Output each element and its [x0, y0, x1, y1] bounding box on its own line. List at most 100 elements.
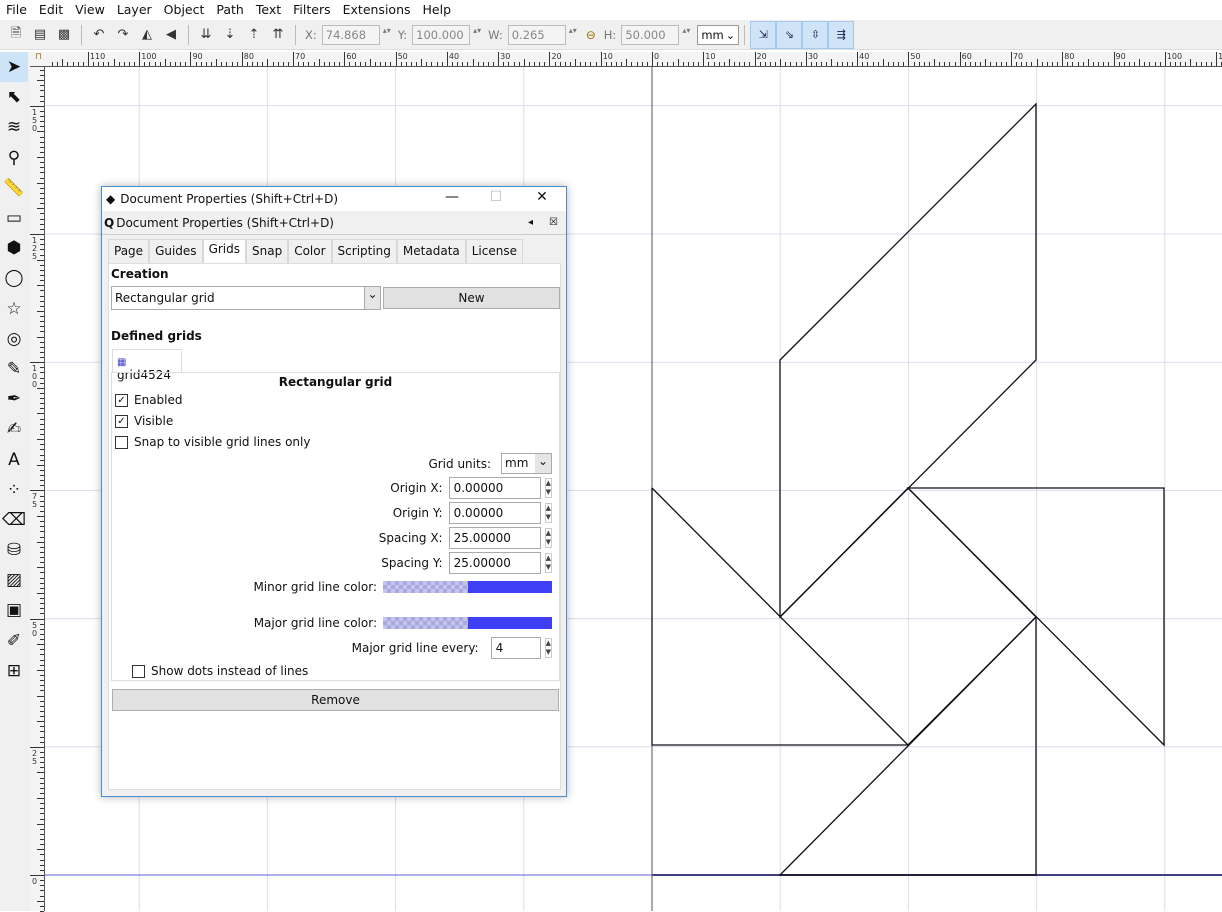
ellipse-tool-icon[interactable]: ◯	[0, 263, 28, 293]
scale-stroke-toggle[interactable]: ⇲	[750, 20, 777, 49]
menu-filters[interactable]: Filters	[287, 2, 336, 17]
menu-file[interactable]: File	[0, 2, 33, 17]
y-field[interactable]: Y: 100.000	[398, 24, 481, 45]
spray-tool-icon[interactable]: ⁘	[0, 475, 28, 505]
x-field[interactable]: X: 74.868	[305, 24, 391, 45]
x-input[interactable]: 74.868	[321, 24, 391, 45]
chevron-down-icon: ⌄	[535, 454, 551, 473]
select-all-icon[interactable]: ▤	[28, 24, 52, 46]
lower-bottom-icon[interactable]: ⇊	[194, 24, 218, 46]
new-doc-icon[interactable]: 🗎	[4, 24, 28, 46]
maximize-button[interactable]: ☐	[474, 189, 518, 205]
major-every-input[interactable]: 4	[490, 637, 541, 659]
iconify-icon[interactable]: ◂	[528, 217, 533, 228]
gradient-tool-icon[interactable]: ▨	[0, 565, 28, 595]
units-select[interactable]: mm ⌄	[697, 24, 740, 45]
vertical-ruler[interactable]: 150 125 100 75 50 25 0	[30, 67, 45, 912]
grid-type-select[interactable]: Rectangular grid ⌄	[111, 286, 381, 310]
dropper-tool-icon[interactable]: ✐	[0, 626, 28, 656]
origin-x-input[interactable]: 0.00000	[448, 477, 541, 499]
chevron-down-icon: ⌄	[725, 27, 736, 42]
tab-color[interactable]: Color	[288, 239, 332, 263]
grid-units-select[interactable]: mm ⌄	[501, 453, 552, 474]
scale-corners-toggle[interactable]: ⇘	[776, 20, 803, 49]
move-gradients-toggle[interactable]: ⇳	[802, 20, 829, 49]
raise-icon[interactable]: ⇡	[242, 24, 266, 46]
menu-layer[interactable]: Layer	[111, 2, 158, 17]
spacing-x-input[interactable]: 25.00000	[448, 527, 541, 549]
pen-tool-icon[interactable]: ✒	[0, 384, 28, 414]
lock-guides-icon[interactable]: ⊓	[35, 52, 42, 62]
raise-top-icon[interactable]: ⇈	[266, 24, 290, 46]
document-properties-dialog: ◆ Document Properties (Shift+Ctrl+D) — ☐…	[101, 186, 567, 797]
w-input[interactable]: 0.265	[507, 24, 577, 45]
spiral-tool-icon[interactable]: ◎	[0, 324, 28, 354]
section-title: Rectangular grid	[278, 375, 393, 389]
remove-grid-button[interactable]: Remove	[112, 689, 559, 711]
h-field[interactable]: H: 50.000	[604, 24, 690, 45]
zoom-tool-icon[interactable]: ⚲	[0, 143, 28, 173]
node-tool-icon[interactable]: ⬉	[0, 82, 28, 112]
tab-snap[interactable]: Snap	[246, 239, 289, 263]
menu-edit[interactable]: Edit	[33, 2, 69, 17]
move-patterns-toggle[interactable]: ⇶	[828, 20, 855, 49]
minor-color-button[interactable]	[383, 581, 552, 593]
h-input[interactable]: 50.000	[621, 24, 690, 45]
major-every-stepper[interactable]: ▲ ▼	[544, 638, 552, 658]
tab-page[interactable]: Page	[108, 239, 150, 263]
w-field[interactable]: W: 0.265	[488, 24, 577, 45]
menu-view[interactable]: View	[69, 2, 111, 17]
flip-h-icon[interactable]: ◭	[135, 24, 159, 46]
menu-text[interactable]: Text	[250, 2, 287, 17]
tab-grids[interactable]: Grids	[202, 239, 246, 263]
close-panel-icon[interactable]: ☒	[549, 217, 558, 228]
menu-extensions[interactable]: Extensions	[337, 2, 417, 17]
connector-tool-icon[interactable]: ⊞	[0, 656, 28, 686]
rotate-cw-icon[interactable]: ↷	[111, 24, 135, 46]
tab-scripting[interactable]: Scripting	[331, 239, 397, 263]
spacing-y-input[interactable]: 25.00000	[448, 552, 541, 574]
eraser-tool-icon[interactable]: ⌫	[0, 505, 28, 535]
horizontal-ruler[interactable]: ⊓ 110 100 90 80 70 60 50 40 30 20 10 0 10 20 30 40 50 60 70…	[30, 52, 1222, 67]
visible-checkbox[interactable]: ✓ Visible	[115, 414, 173, 428]
pencil-tool-icon[interactable]: ✎	[0, 354, 28, 384]
show-dots-checkbox[interactable]: Show dots instead of lines	[132, 664, 308, 678]
spacing-x-stepper[interactable]: ▲ ▼	[544, 528, 552, 548]
minimize-button[interactable]: —	[430, 189, 474, 205]
enabled-checkbox[interactable]: ✓ Enabled	[115, 393, 183, 407]
rotate-ccw-icon[interactable]: ↶	[87, 24, 111, 46]
spacing-y-stepper[interactable]: ▲ ▼	[544, 553, 552, 573]
ruler-label: 10	[705, 52, 716, 61]
close-button[interactable]: ✕	[520, 189, 564, 205]
snap-visible-checkbox[interactable]: Snap to visible grid lines only	[115, 435, 310, 449]
mesh-tool-icon[interactable]: ▣	[0, 595, 28, 625]
y-input[interactable]: 100.000	[412, 24, 481, 45]
origin-x-stepper[interactable]: ▲ ▼	[544, 478, 552, 498]
major-every-label: Major grid line every:	[351, 641, 479, 655]
menu-path[interactable]: Path	[210, 2, 249, 17]
select-all-layers-icon[interactable]: ▩	[52, 24, 76, 46]
grid-tab[interactable]: ▦ grid4524	[112, 349, 182, 382]
menu-object[interactable]: Object	[158, 2, 211, 17]
menu-help[interactable]: Help	[417, 2, 458, 17]
selector-tool-icon[interactable]: ➤	[0, 52, 28, 83]
3d-box-tool-icon[interactable]: ⬢	[0, 233, 28, 263]
tab-license[interactable]: License	[465, 239, 523, 263]
tweak-tool-icon[interactable]: ≋	[0, 112, 28, 142]
text-tool-icon[interactable]: A	[0, 444, 28, 474]
origin-y-stepper[interactable]: ▲ ▼	[544, 503, 552, 523]
lower-icon[interactable]: ⇣	[218, 24, 242, 46]
lock-icon[interactable]: ⊖	[586, 28, 596, 42]
rectangle-tool-icon[interactable]: ▭	[0, 203, 28, 233]
new-grid-button[interactable]: New	[383, 287, 560, 309]
bucket-tool-icon[interactable]: ⛁	[0, 535, 28, 565]
flip-v-icon[interactable]: ◀	[159, 24, 183, 46]
major-color-button[interactable]	[383, 617, 552, 629]
star-tool-icon[interactable]: ☆	[0, 294, 28, 324]
origin-y-input[interactable]: 0.00000	[448, 502, 541, 524]
tab-metadata[interactable]: Metadata	[396, 239, 466, 263]
tab-guides[interactable]: Guides	[149, 239, 203, 263]
measure-tool-icon[interactable]: 📏	[0, 173, 28, 203]
grid-units-value: mm	[505, 456, 529, 470]
calligraphy-tool-icon[interactable]: ✍	[0, 414, 28, 444]
